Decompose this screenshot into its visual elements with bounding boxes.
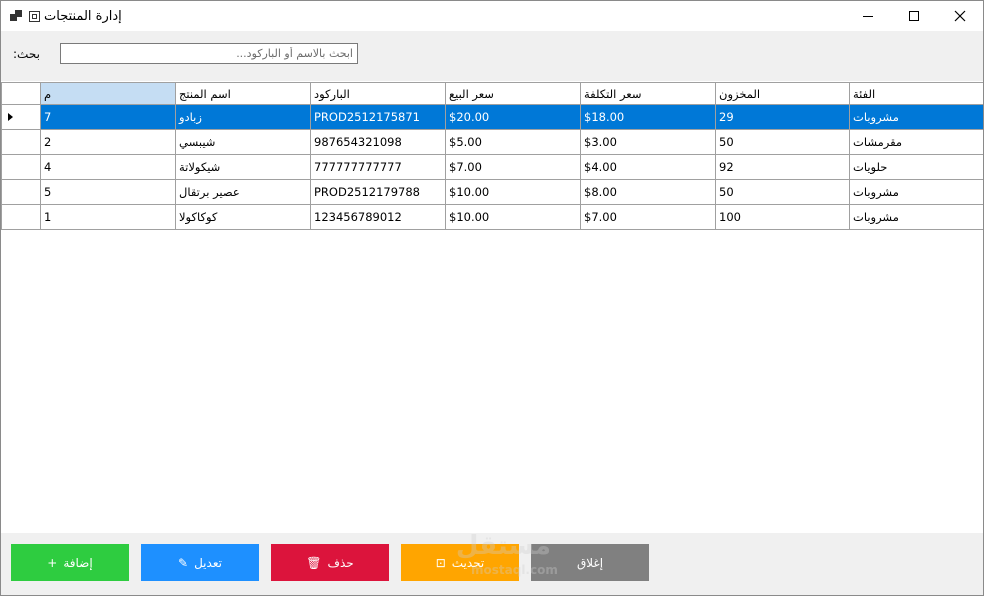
cell-price[interactable]: $10.00 — [445, 204, 581, 230]
minimize-icon — [863, 15, 873, 17]
cell-category[interactable]: مشروبات — [849, 104, 983, 130]
search-input[interactable] — [60, 43, 358, 64]
column-header-id[interactable]: م — [40, 82, 176, 105]
table-row[interactable]: 5 عصير برتقال PROD2512179788 $10.00 $8.0… — [1, 179, 983, 205]
window-icon — [29, 10, 40, 22]
table-row[interactable]: 2 شيبسي 987654321098 $5.00 $3.00 50 مقرم… — [1, 129, 983, 155]
products-table: م اسم المنتج الباركود سعر البيع سعر التك… — [1, 82, 983, 230]
cell-name[interactable]: شيبسي — [175, 129, 311, 155]
current-row-icon — [8, 113, 13, 121]
cell-name[interactable]: شيكولاتة — [175, 154, 311, 180]
edit-button[interactable]: ✎ تعديل — [141, 544, 259, 581]
table-row[interactable]: 7 زبادو PROD2512175871 $20.00 $18.00 29 … — [1, 104, 983, 130]
close-button[interactable] — [937, 1, 983, 31]
pencil-icon: ✎ — [178, 555, 189, 570]
trash-icon: 🗑 — [306, 555, 322, 570]
maximize-icon — [909, 11, 919, 21]
cell-category[interactable]: مشروبات — [849, 204, 983, 230]
add-button[interactable]: + إضافة — [11, 544, 129, 581]
refresh-icon: ⊡ — [435, 555, 446, 570]
column-header-name[interactable]: اسم المنتج — [175, 82, 311, 105]
add-button-label: إضافة — [63, 555, 93, 570]
column-header-category[interactable]: الفئة — [849, 82, 983, 105]
cell-barcode[interactable]: 123456789012 — [310, 204, 446, 230]
close-form-button[interactable]: إغلاق — [531, 544, 649, 581]
app-icon — [10, 10, 22, 22]
search-bar: بحث: — [1, 31, 983, 81]
delete-button-label: حذف — [327, 555, 354, 570]
close-icon — [954, 10, 966, 22]
cell-id[interactable]: 1 — [40, 204, 176, 230]
column-header-price[interactable]: سعر البيع — [445, 82, 581, 105]
cell-cost[interactable]: $7.00 — [580, 204, 716, 230]
delete-button[interactable]: 🗑 حذف — [271, 544, 389, 581]
cell-name[interactable]: عصير برتقال — [175, 179, 311, 205]
cell-barcode[interactable]: 777777777777 — [310, 154, 446, 180]
cell-id[interactable]: 2 — [40, 129, 176, 155]
row-header[interactable] — [1, 104, 41, 130]
table-header-row: م اسم المنتج الباركود سعر البيع سعر التك… — [1, 82, 983, 105]
cell-category[interactable]: مقرمشات — [849, 129, 983, 155]
products-window: إدارة المنتجات بحث: ابحث بالاسم أو البار… — [0, 0, 984, 596]
cell-name[interactable]: زبادو — [175, 104, 311, 130]
cell-barcode[interactable]: PROD2512175871 — [310, 104, 446, 130]
cell-stock[interactable]: 50 — [715, 179, 850, 205]
products-grid[interactable]: م اسم المنتج الباركود سعر البيع سعر التك… — [1, 81, 983, 533]
refresh-button[interactable]: ⊡ تحديث — [401, 544, 519, 581]
cell-stock[interactable]: 92 — [715, 154, 850, 180]
cell-id[interactable]: 7 — [40, 104, 176, 130]
minimize-button[interactable] — [845, 1, 891, 31]
column-header-stock[interactable]: المخزون — [715, 82, 850, 105]
cell-category[interactable]: مشروبات — [849, 179, 983, 205]
window-title: إدارة المنتجات — [44, 8, 122, 24]
close-form-button-label: إغلاق — [576, 555, 604, 570]
cell-stock[interactable]: 29 — [715, 104, 850, 130]
column-header-cost[interactable]: سعر التكلفة — [580, 82, 716, 105]
cell-cost[interactable]: $8.00 — [580, 179, 716, 205]
row-header[interactable] — [1, 154, 41, 180]
table-row[interactable]: 4 شيكولاتة 777777777777 $7.00 $4.00 92 ح… — [1, 154, 983, 180]
cell-stock[interactable]: 50 — [715, 129, 850, 155]
table-row[interactable]: 1 كوكاكولا 123456789012 $10.00 $7.00 100… — [1, 204, 983, 230]
cell-price[interactable]: $5.00 — [445, 129, 581, 155]
row-header[interactable] — [1, 204, 41, 230]
refresh-button-label: تحديث — [451, 555, 485, 570]
title-wrap: إدارة المنتجات — [29, 7, 122, 25]
cell-id[interactable]: 5 — [40, 179, 176, 205]
cell-price[interactable]: $10.00 — [445, 179, 581, 205]
column-header-barcode[interactable]: الباركود — [310, 82, 446, 105]
cell-cost[interactable]: $18.00 — [580, 104, 716, 130]
cell-barcode[interactable]: PROD2512179788 — [310, 179, 446, 205]
cell-name[interactable]: كوكاكولا — [175, 204, 311, 230]
cell-cost[interactable]: $4.00 — [580, 154, 716, 180]
row-header-corner[interactable] — [1, 82, 41, 105]
cell-category[interactable]: حلويات — [849, 154, 983, 180]
edit-button-label: تعديل — [194, 555, 222, 570]
title-bar[interactable]: إدارة المنتجات — [1, 1, 983, 31]
cell-cost[interactable]: $3.00 — [580, 129, 716, 155]
cell-stock[interactable]: 100 — [715, 204, 850, 230]
row-header[interactable] — [1, 129, 41, 155]
cell-price[interactable]: $7.00 — [445, 154, 581, 180]
cell-id[interactable]: 4 — [40, 154, 176, 180]
maximize-button[interactable] — [891, 1, 937, 31]
action-bar: + إضافة ✎ تعديل 🗑 حذف ⊡ تحديث إغلاق مستق… — [1, 531, 983, 595]
plus-icon: + — [47, 555, 58, 570]
cell-barcode[interactable]: 987654321098 — [310, 129, 446, 155]
cell-price[interactable]: $20.00 — [445, 104, 581, 130]
row-header[interactable] — [1, 179, 41, 205]
search-label: بحث: — [13, 47, 40, 61]
